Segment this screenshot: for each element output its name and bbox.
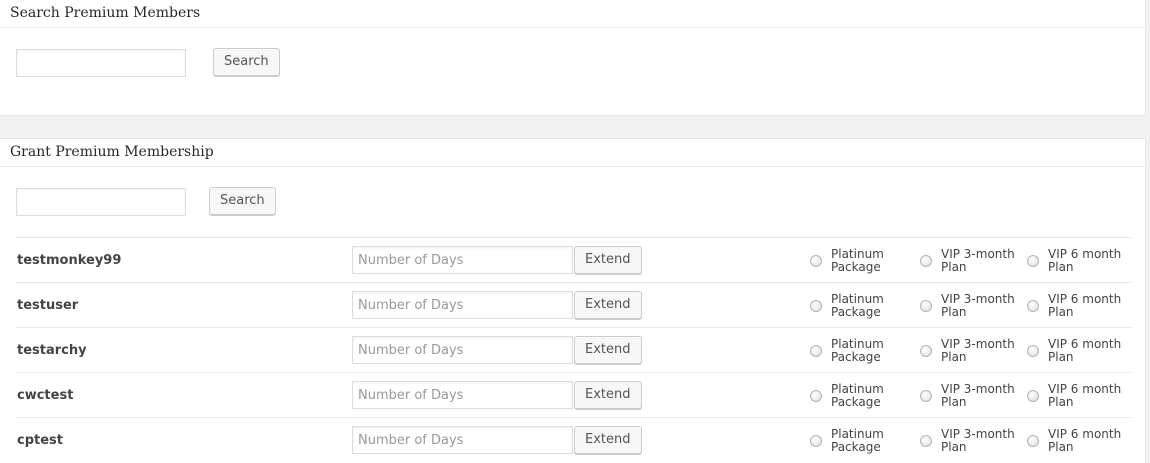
plan-label: Platinum Package bbox=[831, 336, 884, 364]
number-of-days-input[interactable] bbox=[352, 381, 573, 409]
search-row: Search bbox=[0, 167, 1145, 227]
plan-option[interactable]: Platinum Package bbox=[810, 238, 911, 283]
plan-option[interactable]: Platinum Package bbox=[810, 283, 911, 328]
member-username: testarchy bbox=[17, 343, 87, 358]
extend-button[interactable]: Extend bbox=[574, 426, 642, 454]
plan-option[interactable]: VIP 6 month Plan bbox=[1027, 238, 1128, 283]
plan-radio[interactable] bbox=[1027, 254, 1039, 267]
plan-option[interactable]: Platinum Package bbox=[810, 418, 911, 463]
plan-option[interactable]: VIP 3-month Plan bbox=[920, 283, 1021, 328]
number-of-days-input[interactable] bbox=[352, 246, 573, 274]
plan-option[interactable]: VIP 3-month Plan bbox=[920, 418, 1021, 463]
plan-option[interactable]: VIP 3-month Plan bbox=[920, 373, 1021, 418]
plan-radio[interactable] bbox=[810, 389, 822, 402]
plan-label: Platinum Package bbox=[831, 291, 884, 319]
member-row: testuser Extend Platinum Package VIP 3-mont… bbox=[16, 282, 1131, 327]
plan-label: VIP 3-month Plan bbox=[941, 291, 1015, 319]
plan-label: VIP 6 month Plan bbox=[1048, 381, 1122, 409]
panel-title: Search Premium Members bbox=[0, 0, 1145, 28]
plan-radio[interactable] bbox=[810, 254, 822, 267]
plan-label: VIP 3-month Plan bbox=[941, 381, 1015, 409]
grant-search-button[interactable]: Search bbox=[209, 187, 276, 215]
number-of-days-input[interactable] bbox=[352, 336, 573, 364]
member-row: cptest Extend Platinum Package VIP 3-month … bbox=[16, 417, 1131, 462]
plan-label: VIP 6 month Plan bbox=[1048, 246, 1122, 274]
plan-radio[interactable] bbox=[1027, 344, 1039, 357]
plan-option[interactable]: VIP 6 month Plan bbox=[1027, 373, 1128, 418]
search-row: Search bbox=[0, 28, 1145, 88]
member-username: cwctest bbox=[17, 388, 74, 403]
plan-radio[interactable] bbox=[810, 299, 822, 312]
search-members-button[interactable]: Search bbox=[213, 48, 280, 76]
member-list: testmonkey99 Extend Platinum Package VIP 3-… bbox=[16, 237, 1131, 462]
search-premium-members-panel: Search Premium Members Search bbox=[0, 0, 1146, 116]
plan-label: Platinum Package bbox=[831, 381, 884, 409]
member-username: testuser bbox=[17, 298, 79, 313]
plan-option[interactable]: VIP 3-month Plan bbox=[920, 238, 1021, 283]
plan-option[interactable]: Platinum Package bbox=[810, 328, 911, 373]
panel-title: Grant Premium Membership bbox=[0, 139, 1145, 167]
plan-option[interactable]: VIP 6 month Plan bbox=[1027, 418, 1128, 463]
plan-label: VIP 3-month Plan bbox=[941, 336, 1015, 364]
plan-label: VIP 6 month Plan bbox=[1048, 426, 1122, 454]
member-username: testmonkey99 bbox=[17, 253, 122, 268]
plan-radio[interactable] bbox=[920, 434, 932, 447]
search-members-input[interactable] bbox=[16, 49, 186, 77]
extend-button[interactable]: Extend bbox=[574, 246, 642, 274]
plan-label: VIP 6 month Plan bbox=[1048, 291, 1122, 319]
plan-option[interactable]: VIP 6 month Plan bbox=[1027, 283, 1128, 328]
plan-radio[interactable] bbox=[1027, 434, 1039, 447]
extend-button[interactable]: Extend bbox=[574, 336, 642, 364]
number-of-days-input[interactable] bbox=[352, 426, 573, 454]
plan-label: VIP 3-month Plan bbox=[941, 426, 1015, 454]
plan-option[interactable]: VIP 3-month Plan bbox=[920, 328, 1021, 373]
extend-button[interactable]: Extend bbox=[574, 291, 642, 319]
plan-option[interactable]: VIP 6 month Plan bbox=[1027, 328, 1128, 373]
plan-radio[interactable] bbox=[810, 434, 822, 447]
extend-button[interactable]: Extend bbox=[574, 381, 642, 409]
member-row: testmonkey99 Extend Platinum Package VIP 3-… bbox=[16, 237, 1131, 282]
plan-radio[interactable] bbox=[1027, 299, 1039, 312]
plan-label: Platinum Package bbox=[831, 246, 884, 274]
plan-radio[interactable] bbox=[920, 344, 932, 357]
plan-radio[interactable] bbox=[920, 254, 932, 267]
plan-option[interactable]: Platinum Package bbox=[810, 373, 911, 418]
plan-radio[interactable] bbox=[810, 344, 822, 357]
member-row: testarchy Extend Platinum Package VIP 3-mon… bbox=[16, 327, 1131, 372]
grant-premium-membership-panel: Grant Premium Membership Search testmonk… bbox=[0, 138, 1146, 463]
member-row: cwctest Extend Platinum Package VIP 3-month… bbox=[16, 372, 1131, 417]
number-of-days-input[interactable] bbox=[352, 291, 573, 319]
grant-search-input[interactable] bbox=[16, 188, 186, 216]
member-username: cptest bbox=[17, 433, 63, 448]
plan-radio[interactable] bbox=[920, 389, 932, 402]
plan-radio[interactable] bbox=[920, 299, 932, 312]
plan-radio[interactable] bbox=[1027, 389, 1039, 402]
plan-label: VIP 6 month Plan bbox=[1048, 336, 1122, 364]
plan-label: Platinum Package bbox=[831, 426, 884, 454]
plan-label: VIP 3-month Plan bbox=[941, 246, 1015, 274]
